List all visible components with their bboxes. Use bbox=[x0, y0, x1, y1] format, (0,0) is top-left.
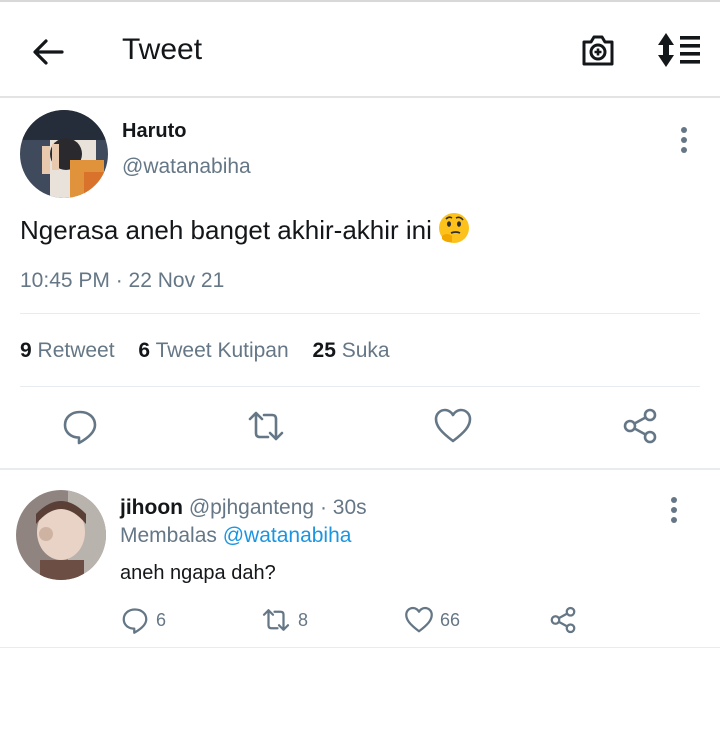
likes-count: 25 bbox=[312, 339, 336, 362]
reply-icon bbox=[122, 608, 148, 634]
reply-like-button[interactable]: 66 bbox=[404, 604, 460, 636]
sort-button[interactable] bbox=[656, 30, 702, 70]
retweets-stat[interactable]: 9 Retweet bbox=[20, 339, 115, 362]
thinking-face-emoji bbox=[438, 212, 470, 251]
tweet-text-content: Ngerasa aneh banget akhir-akhir ini bbox=[20, 215, 432, 245]
reply-retweet-button[interactable]: 8 bbox=[260, 604, 308, 636]
replying-mention-link[interactable]: @watanabiha bbox=[223, 524, 352, 547]
section-divider bbox=[0, 468, 720, 470]
tweet-more-button[interactable] bbox=[672, 126, 696, 154]
back-button[interactable] bbox=[28, 32, 68, 72]
camera-icon bbox=[582, 35, 614, 66]
heart-icon bbox=[434, 408, 472, 443]
likes-stat[interactable]: 25 Suka bbox=[313, 339, 390, 362]
reply-retweet-count: 8 bbox=[298, 609, 309, 630]
like-button[interactable] bbox=[433, 406, 473, 446]
retweet-button[interactable] bbox=[246, 406, 286, 446]
retweet-icon bbox=[262, 609, 290, 631]
reply-header: jihoon @pjhganteng · 30s bbox=[120, 496, 367, 520]
more-vertical-icon bbox=[681, 127, 687, 153]
reply-more-button[interactable] bbox=[662, 496, 686, 524]
quotes-stat[interactable]: 6 Tweet Kutipan bbox=[138, 339, 288, 362]
reply-button[interactable] bbox=[60, 406, 100, 446]
reply-like-count: 66 bbox=[440, 609, 461, 630]
likes-label: Suka bbox=[341, 339, 390, 362]
page-title: Tweet bbox=[122, 33, 203, 66]
reply-author-name[interactable]: jihoon bbox=[120, 496, 183, 519]
reply-reply-button[interactable]: 6 bbox=[120, 604, 166, 636]
reply-share-button[interactable] bbox=[548, 604, 578, 636]
retweet-icon bbox=[248, 411, 284, 441]
camera-button[interactable] bbox=[578, 30, 618, 70]
replying-label: Membalas bbox=[120, 524, 217, 547]
divider bbox=[20, 313, 700, 314]
divider bbox=[20, 386, 700, 387]
more-vertical-icon bbox=[671, 497, 677, 523]
share-button[interactable] bbox=[620, 406, 660, 446]
heart-icon bbox=[405, 606, 433, 633]
author-name[interactable]: Haruto bbox=[122, 120, 186, 143]
share-icon bbox=[550, 606, 576, 634]
reply-time: · 30s bbox=[319, 496, 367, 519]
tweet-timestamp: 10:45 PM · 22 Nov 21 bbox=[20, 269, 225, 292]
share-icon bbox=[623, 408, 657, 444]
sort-icon bbox=[658, 33, 700, 67]
reply-avatar[interactable] bbox=[16, 490, 106, 580]
retweets-label: Retweet bbox=[37, 339, 115, 362]
quotes-label: Tweet Kutipan bbox=[155, 339, 289, 362]
app-header: Tweet bbox=[0, 2, 720, 96]
tweet-stats: 9 Retweet 6 Tweet Kutipan 25 Suka bbox=[20, 339, 408, 363]
tweet-text: Ngerasa aneh banget akhir-akhir ini bbox=[20, 212, 470, 251]
divider bbox=[0, 647, 720, 648]
header-divider bbox=[0, 96, 720, 98]
avatar[interactable] bbox=[20, 110, 108, 198]
reply-text: aneh ngapa dah? bbox=[120, 562, 276, 584]
replying-to: Membalas @watanabiha bbox=[120, 524, 351, 548]
quotes-count: 6 bbox=[138, 339, 151, 362]
author-handle[interactable]: @watanabiha bbox=[122, 155, 251, 179]
retweets-count: 9 bbox=[20, 339, 32, 362]
back-arrow-icon bbox=[33, 39, 64, 65]
reply-author-handle[interactable]: @pjhganteng bbox=[189, 496, 314, 519]
reply-reply-count: 6 bbox=[156, 609, 167, 630]
reply-icon bbox=[63, 410, 97, 445]
